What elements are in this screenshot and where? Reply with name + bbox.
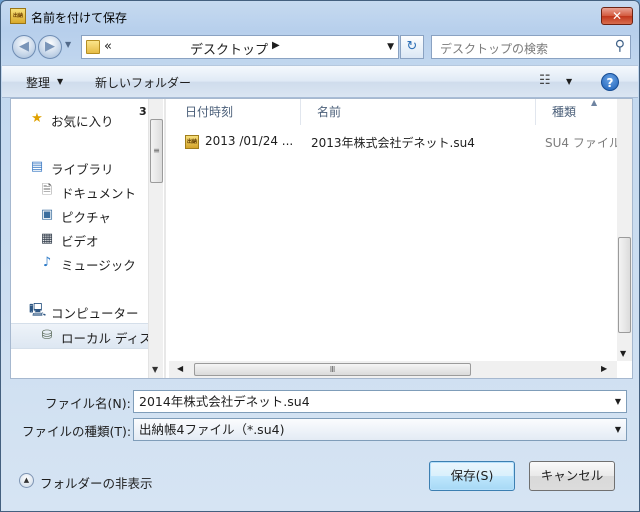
- filename-value: 2014年株式会社デネット.su4: [139, 394, 310, 409]
- pane-splitter[interactable]: [164, 99, 166, 378]
- chevron-down-icon[interactable]: ▼: [615, 419, 621, 440]
- help-icon[interactable]: ?: [601, 73, 619, 91]
- column-header-name[interactable]: 名前: [301, 99, 536, 125]
- file-list-vertical-scrollbar[interactable]: ▼: [617, 99, 632, 361]
- column-header-date[interactable]: 日付時刻: [169, 99, 301, 125]
- file-list: 日付時刻 名前 種類 ▲ 出納 2013 /01/24 ... 2013年株式会…: [169, 99, 632, 378]
- column-header-type[interactable]: 種類: [536, 99, 624, 125]
- address-bar[interactable]: « デスクトップ ▶ ▼: [81, 35, 399, 59]
- breadcrumb-desktop[interactable]: デスクトップ: [190, 39, 268, 58]
- library-icon: ▤: [30, 159, 44, 174]
- save-as-dialog: 出納 名前を付けて保存 ✕ ◀ ▶ ▼ « デスクトップ ▶ ▼ ↻ デスクトッ…: [0, 0, 640, 512]
- filename-field[interactable]: 2014年株式会社デネット.su4 ▼: [133, 390, 627, 413]
- file-name: 2013年株式会社デネット.su4: [311, 136, 475, 150]
- close-button[interactable]: ✕: [601, 7, 633, 25]
- filetype-label: ファイルの種類(T):: [22, 424, 132, 439]
- navigation-pane: ★ お気に入り 3 ▤ ライブラリ 🗎 ドキュメント ▣ ピクチャ ▦ ビデオ …: [11, 99, 163, 378]
- sort-ascending-icon: ▲: [591, 99, 598, 107]
- nav-item-label: ライブラリ: [51, 162, 114, 177]
- favorites-count: 3: [139, 105, 147, 118]
- picture-icon: ▣: [40, 207, 54, 222]
- scroll-left-arrow-icon[interactable]: ◀: [177, 364, 183, 373]
- save-button[interactable]: 保存(S): [429, 461, 515, 491]
- view-options-dropdown[interactable]: ▼: [566, 77, 572, 86]
- refresh-button[interactable]: ↻: [400, 35, 424, 59]
- video-icon: ▦: [40, 231, 54, 246]
- file-type: SU4 ファイル: [545, 136, 621, 150]
- nav-item-label: コンピューター: [51, 306, 139, 321]
- forward-button[interactable]: ▶: [38, 35, 62, 59]
- nav-pane-scrollbar[interactable]: ≡ ▼: [148, 99, 163, 378]
- nav-item-label: お気に入り: [51, 114, 114, 129]
- file-list-scroll-thumb[interactable]: [618, 237, 631, 333]
- address-dropdown-button[interactable]: ▼: [387, 42, 394, 52]
- su4-file-icon: 出納: [185, 135, 199, 149]
- organize-button[interactable]: 整理: [26, 74, 50, 91]
- new-folder-button[interactable]: 新しいフォルダー: [95, 74, 191, 91]
- horizontal-scroll-thumb[interactable]: Ⅲ: [194, 363, 471, 376]
- browser-area: ★ お気に入り 3 ▤ ライブラリ 🗎 ドキュメント ▣ ピクチャ ▦ ビデオ …: [10, 98, 633, 379]
- nav-item-label: ドキュメント: [61, 186, 137, 201]
- view-options-icon[interactable]: ☷: [539, 74, 557, 88]
- hide-folders-label[interactable]: フォルダーの非表示: [40, 473, 153, 492]
- search-input[interactable]: デスクトップの検索 ⚲: [431, 35, 631, 59]
- chevron-down-icon[interactable]: ▼: [615, 391, 621, 412]
- command-toolbar: 整理 ▼ 新しいフォルダー ☷ ▼ ?: [2, 65, 638, 98]
- breadcrumb-arrow-icon[interactable]: ▶: [272, 40, 280, 51]
- local-disk-icon: ⛁: [41, 328, 53, 343]
- nav-scroll-thumb[interactable]: ≡: [150, 119, 163, 183]
- nav-item-label: ピクチャ: [61, 210, 111, 225]
- nav-item-label: ミュージック: [61, 258, 136, 273]
- search-placeholder: デスクトップの検索: [440, 42, 549, 56]
- filetype-select[interactable]: 出納帳4ファイル（*.su4) ▼: [133, 418, 627, 441]
- computer-icon: 🖳: [29, 303, 47, 318]
- scroll-down-arrow-icon[interactable]: ▼: [152, 365, 158, 374]
- chevron-down-icon[interactable]: ▼: [57, 77, 63, 86]
- chevron-up-icon[interactable]: ▲: [19, 473, 34, 488]
- star-icon: ★: [31, 111, 43, 126]
- nav-item-label: ビデオ: [61, 234, 99, 249]
- breadcrumb-overflow[interactable]: «: [104, 39, 112, 54]
- file-date: 2013 /01/24 ...: [205, 134, 294, 148]
- recent-locations-dropdown[interactable]: ▼: [65, 40, 71, 49]
- filename-label: ファイル名(N):: [45, 396, 131, 411]
- folder-icon: [86, 40, 100, 54]
- window-title: 名前を付けて保存: [31, 11, 128, 25]
- scroll-down-arrow-icon[interactable]: ▼: [620, 349, 626, 358]
- cancel-button[interactable]: キャンセル: [529, 461, 615, 491]
- music-icon: ♪: [42, 255, 52, 270]
- title-bar: 出納 名前を付けて保存 ✕: [1, 1, 639, 31]
- file-list-horizontal-scrollbar[interactable]: ◀ Ⅲ ▶: [169, 361, 617, 378]
- scroll-right-arrow-icon[interactable]: ▶: [601, 364, 607, 373]
- document-icon: 🗎: [41, 183, 53, 198]
- back-button[interactable]: ◀: [12, 35, 36, 59]
- nav-item-label: ローカル ディス: [61, 331, 152, 346]
- app-icon: 出納: [10, 8, 26, 24]
- filetype-value: 出納帳4ファイル（*.su4): [139, 422, 285, 437]
- search-icon[interactable]: ⚲: [615, 38, 625, 54]
